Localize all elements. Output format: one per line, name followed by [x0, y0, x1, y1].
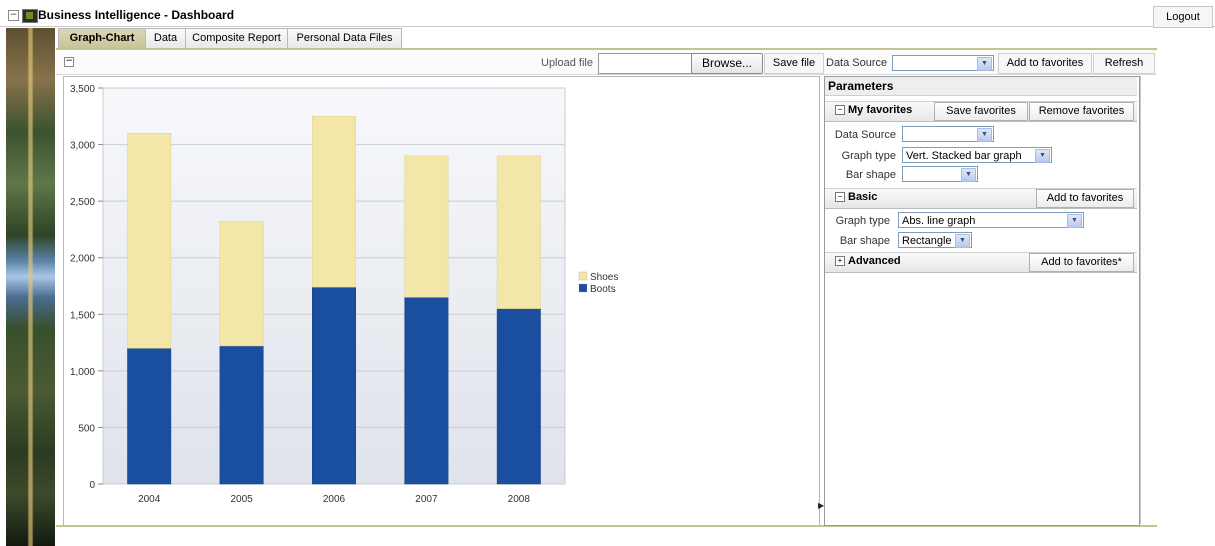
parameters-title: Parameters	[825, 77, 1137, 96]
y-tick-label: 2,500	[70, 197, 95, 208]
x-tick-label: 2004	[138, 494, 161, 505]
bar-boots-2004	[127, 347, 172, 485]
bar-boots-2005	[219, 345, 264, 485]
data-source-label: Data Source	[826, 57, 888, 69]
save-file-button[interactable]: Save file	[764, 53, 824, 74]
basic-graph-type-label: Graph type	[835, 215, 890, 227]
collapse-icon[interactable]: −	[8, 10, 19, 21]
basic-bar-shape-label: Bar shape	[839, 235, 890, 247]
bar-boots-2008	[496, 308, 541, 485]
y-tick-label: 500	[78, 423, 95, 434]
remove-favorites-button[interactable]: Remove favorites	[1029, 102, 1134, 121]
y-tick-label: 3,000	[70, 141, 95, 152]
bar-boots-2006	[312, 286, 356, 485]
y-tick-label: 0	[89, 480, 95, 491]
bar-shoes-2004	[127, 133, 172, 349]
chevron-down-icon[interactable]: ▼	[955, 234, 970, 248]
collapse-icon[interactable]: −	[835, 105, 845, 115]
fav-bar-shape-label: Bar shape	[845, 169, 896, 181]
y-tick-label: 1,000	[70, 367, 95, 378]
bar-shoes-2007	[404, 155, 449, 298]
expand-icon[interactable]: +	[835, 256, 845, 266]
bar-shoes-2006	[312, 116, 356, 288]
stacked-bar-chart: 0 500 1,000 1,500 2,000 2,500 3,000 3,500 2004 2…	[70, 84, 618, 505]
bar-shoes-2008	[496, 155, 541, 309]
x-tick-label: 2005	[230, 494, 253, 505]
basic-bar-shape-select[interactable]: Rectangle ▼	[898, 232, 972, 248]
chevron-down-icon[interactable]: ▼	[977, 128, 992, 142]
bar-shoes-2005	[219, 221, 264, 347]
legend-swatch-boots	[578, 283, 588, 293]
fav-graph-type-select[interactable]: Vert. Stacked bar graph ▼	[902, 147, 1052, 163]
tab-composite-report[interactable]: Composite Report	[185, 28, 288, 48]
collapse-icon[interactable]: −	[835, 192, 845, 202]
app-title: Business Intelligence - Dashboard	[38, 8, 235, 22]
app-logo-icon	[22, 9, 38, 23]
advanced-add-to-favorites-button[interactable]: Add to favorites*	[1029, 253, 1134, 272]
tab-data[interactable]: Data	[145, 28, 186, 48]
data-source-select[interactable]: ▼	[892, 55, 994, 71]
collapse-panel-icon[interactable]: −	[64, 57, 74, 67]
logout-button[interactable]: Logout	[1153, 6, 1213, 28]
fav-graph-type-value: Vert. Stacked bar graph	[906, 150, 1022, 162]
my-favorites-toggle[interactable]: − My favorites	[835, 101, 912, 120]
add-to-favorites-button[interactable]: Add to favorites	[998, 53, 1092, 74]
parameters-panel	[824, 76, 1140, 526]
tab-graph-chart[interactable]: Graph-Chart	[58, 28, 146, 48]
basic-bar-shape-value: Rectangle	[902, 235, 952, 247]
basic-toggle[interactable]: − Basic	[835, 188, 877, 207]
advanced-label: Advanced	[848, 255, 901, 267]
y-tick-label: 2,000	[70, 254, 95, 265]
advanced-toggle[interactable]: + Advanced	[835, 252, 901, 271]
basic-label: Basic	[848, 191, 878, 203]
browse-button[interactable]: Browse...	[691, 53, 763, 74]
chevron-down-icon[interactable]: ▼	[961, 168, 976, 182]
x-tick-label: 2007	[415, 494, 438, 505]
legend-swatch-shoes	[578, 271, 588, 281]
chevron-down-icon[interactable]: ▼	[1035, 149, 1050, 163]
y-tick-label: 3,500	[70, 84, 95, 95]
basic-graph-type-select[interactable]: Abs. line graph ▼	[898, 212, 1084, 228]
side-decoration-image	[6, 28, 55, 546]
x-tick-label: 2008	[508, 494, 531, 505]
fav-data-source-label: Data Source	[834, 129, 896, 141]
legend-label-boots: Boots	[590, 284, 616, 295]
bar-boots-2007	[404, 297, 449, 485]
basic-add-to-favorites-button[interactable]: Add to favorites	[1036, 189, 1134, 208]
panel-scroll-gutter	[1140, 76, 1155, 524]
x-tick-label: 2006	[323, 494, 346, 505]
chevron-down-icon[interactable]: ▼	[977, 57, 992, 71]
y-tick-label: 1,500	[70, 310, 95, 321]
basic-graph-type-value: Abs. line graph	[902, 215, 976, 227]
refresh-button[interactable]: Refresh	[1093, 53, 1155, 74]
upload-file-label: Upload file	[541, 57, 593, 69]
my-favorites-label: My favorites	[848, 104, 913, 116]
fav-data-source-select[interactable]: ▼	[902, 126, 994, 142]
legend-label-shoes: Shoes	[590, 272, 618, 283]
fav-bar-shape-select[interactable]: ▼	[902, 166, 978, 182]
upload-file-input[interactable]	[598, 53, 694, 74]
tab-personal-data-files[interactable]: Personal Data Files	[287, 28, 402, 48]
chevron-down-icon[interactable]: ▼	[1067, 214, 1082, 228]
save-favorites-button[interactable]: Save favorites	[934, 102, 1028, 121]
fav-graph-type-label: Graph type	[841, 150, 896, 162]
